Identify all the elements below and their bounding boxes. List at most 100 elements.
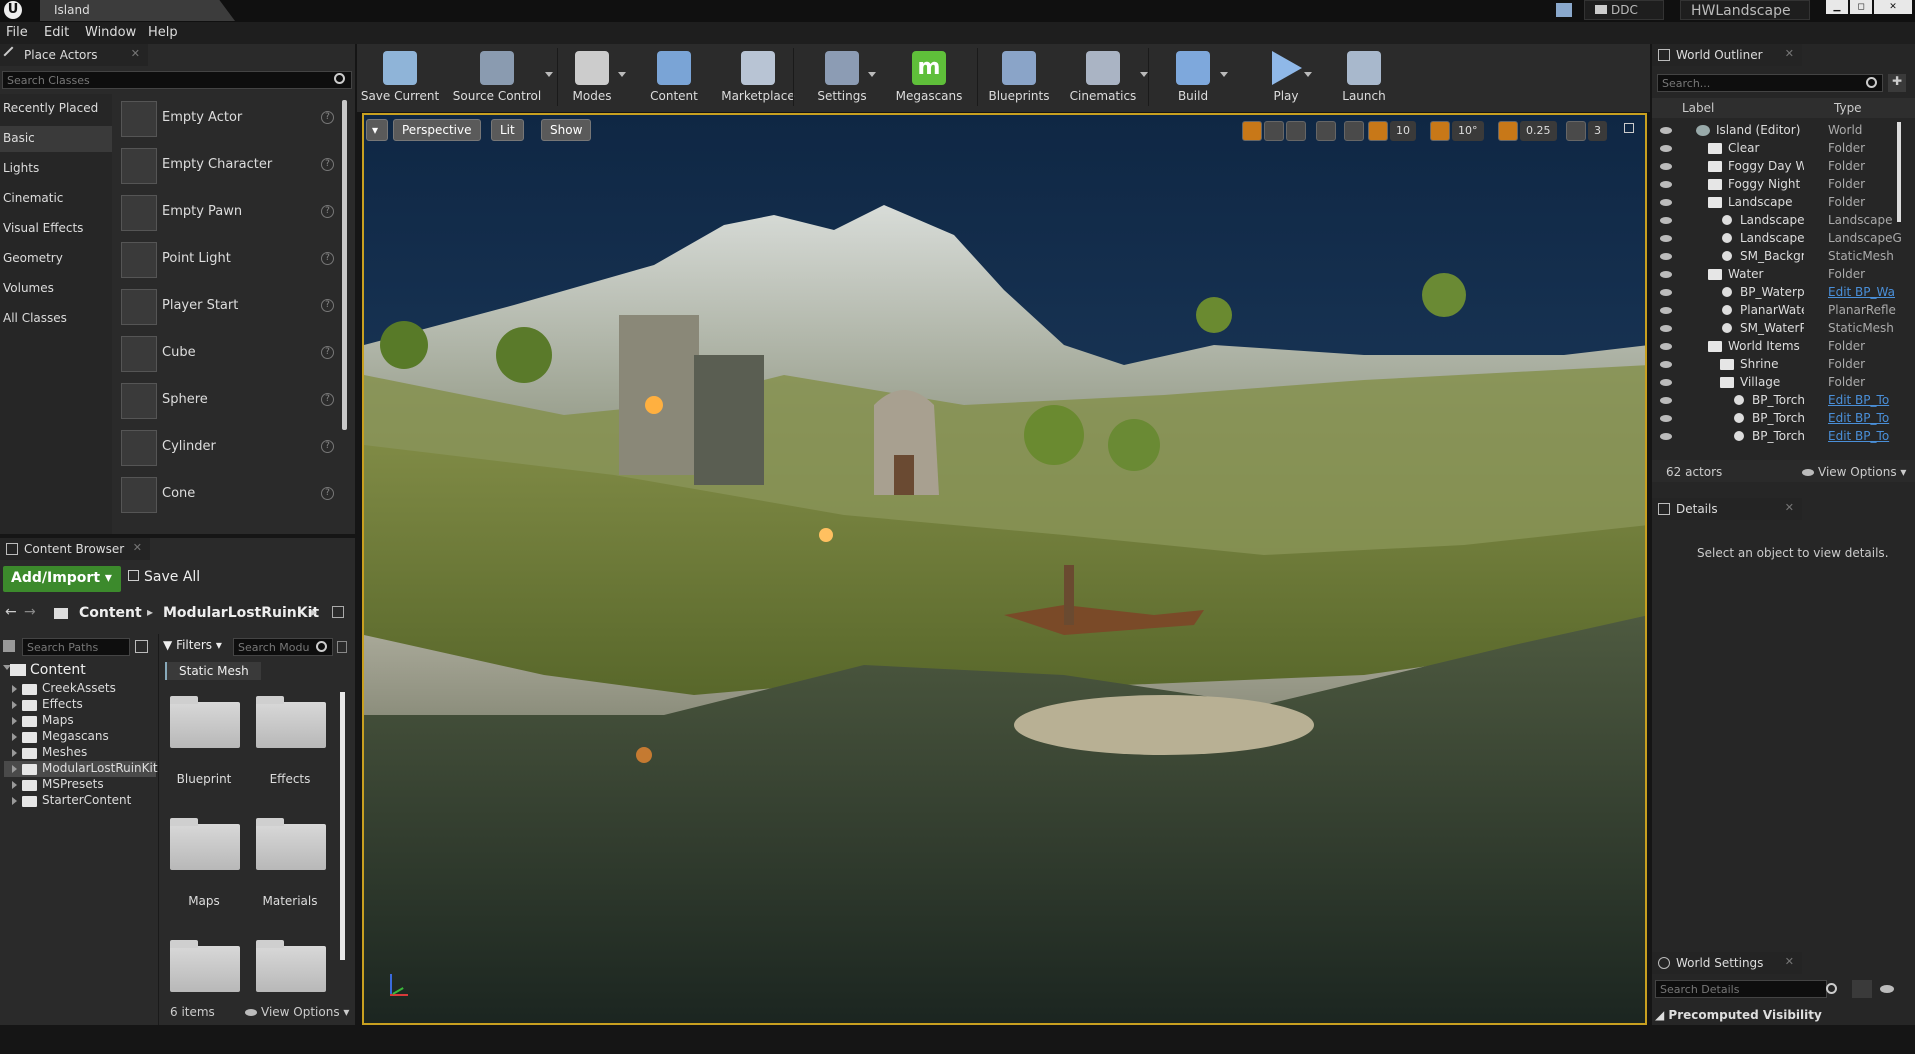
outliner-row[interactable]: BP_Torch3 Edit BP_To: [1656, 428, 1902, 446]
search-classes-input[interactable]: Search Classes: [2, 71, 352, 89]
tree-folder-startercontent[interactable]: StarterContent: [4, 793, 156, 809]
save-search-icon[interactable]: [337, 641, 347, 653]
path-current[interactable]: ModularLostRuinKit: [163, 605, 319, 621]
help-icon[interactable]: ?: [321, 205, 334, 218]
actor-item-sphere[interactable]: Sphere?: [118, 378, 340, 425]
outliner-view-options[interactable]: View Options ▾: [1802, 465, 1906, 479]
category-recently-placed[interactable]: Recently Placed: [0, 96, 112, 122]
close-tab-icon[interactable]: ✕: [131, 47, 140, 60]
show-button[interactable]: Show: [541, 119, 592, 141]
cinematics-button[interactable]: Cinematics: [1060, 46, 1146, 110]
close-tab-icon[interactable]: ✕: [1785, 955, 1794, 968]
lock-icon[interactable]: [332, 606, 344, 618]
actor-item-empty-character[interactable]: Empty Character?: [118, 143, 340, 190]
expand-arrow-icon[interactable]: [12, 765, 17, 773]
rotate-icon[interactable]: [1264, 121, 1284, 141]
level-tab[interactable]: Island: [40, 0, 235, 21]
eye-icon[interactable]: [1660, 235, 1672, 242]
static-mesh-filter-chip[interactable]: Static Mesh: [165, 662, 261, 680]
actor-item-cone[interactable]: Cone?: [118, 472, 340, 519]
lit-button[interactable]: Lit: [491, 119, 524, 141]
eye-icon[interactable]: [1660, 217, 1672, 224]
actor-item-player-start[interactable]: Player Start?: [118, 284, 340, 331]
settings-button[interactable]: Settings: [810, 46, 874, 110]
category-cinematic[interactable]: Cinematic: [0, 186, 112, 212]
expand-arrow-icon[interactable]: [12, 749, 17, 757]
ddc-badge[interactable]: DDC: [1584, 0, 1664, 20]
play-button[interactable]: Play: [1262, 46, 1310, 110]
actor-item-empty-pawn[interactable]: Empty Pawn?: [118, 190, 340, 237]
content-browser-tab[interactable]: Content Browser ✕: [0, 538, 150, 560]
place-actors-scrollbar[interactable]: [342, 100, 347, 430]
search-details-input[interactable]: Search Details: [1655, 980, 1827, 998]
minimize-button[interactable]: ▁: [1826, 0, 1848, 14]
tree-root-row[interactable]: Content: [0, 662, 156, 678]
notification-flag-icon[interactable]: [1556, 3, 1572, 17]
dropdown-arrow-icon[interactable]: [868, 72, 876, 78]
eye-icon[interactable]: [1660, 199, 1672, 206]
close-tab-icon[interactable]: ✕: [1785, 501, 1794, 514]
place-actors-tab[interactable]: Place Actors ✕: [0, 44, 148, 66]
world-local-icon[interactable]: [1316, 121, 1336, 141]
tree-folder-megascans[interactable]: Megascans: [4, 729, 156, 745]
category-lights[interactable]: Lights: [0, 156, 112, 182]
eye-icon[interactable]: [1660, 415, 1672, 422]
eye-icon[interactable]: [1660, 271, 1672, 278]
add-actor-icon[interactable]: ✚: [1888, 74, 1906, 92]
scale-icon[interactable]: [1286, 121, 1306, 141]
eye-icon[interactable]: [1660, 307, 1672, 314]
help-icon[interactable]: ?: [321, 440, 334, 453]
assets-scrollbar[interactable]: [340, 692, 345, 960]
category-all-classes[interactable]: All Classes: [0, 306, 112, 332]
precomputed-visibility-section[interactable]: ◢ Precomputed Visibility: [1655, 1008, 1822, 1022]
help-icon[interactable]: ?: [321, 111, 334, 124]
outliner-row[interactable]: Landscape Landscape: [1656, 212, 1902, 230]
outliner-row-type[interactable]: Edit BP_Wa: [1828, 285, 1902, 299]
tree-folder-modularlostruinkit[interactable]: ModularLostRuinKit: [4, 761, 158, 777]
rotation-snap-value[interactable]: 10°: [1452, 121, 1484, 141]
path-view-options-icon[interactable]: [135, 640, 148, 653]
dropdown-arrow-icon[interactable]: [1220, 72, 1228, 78]
eye-icon[interactable]: [1660, 145, 1672, 152]
grid-snap-icon[interactable]: [1368, 121, 1388, 141]
eye-icon[interactable]: [1660, 379, 1672, 386]
help-icon[interactable]: ?: [321, 252, 334, 265]
dropdown-arrow-icon[interactable]: [1304, 72, 1312, 78]
actor-item-empty-actor[interactable]: Empty Actor?: [118, 96, 340, 143]
actor-item-cube[interactable]: Cube?: [118, 331, 340, 378]
maximize-viewport-icon[interactable]: [1624, 123, 1634, 133]
outliner-row[interactable]: Landscape Folder: [1656, 194, 1902, 212]
outliner-search-input[interactable]: Search...: [1657, 74, 1883, 92]
source-control-button[interactable]: Source Control: [443, 46, 551, 110]
asset-tile[interactable]: Maps: [166, 814, 242, 932]
level-viewport[interactable]: [362, 113, 1647, 1025]
camera-speed-icon[interactable]: [1566, 121, 1586, 141]
eye-icon[interactable]: [1660, 127, 1672, 134]
eye-icon[interactable]: [1660, 343, 1672, 350]
tree-folder-mspresets[interactable]: MSPresets: [4, 777, 156, 793]
build-button[interactable]: Build: [1160, 46, 1226, 110]
help-icon[interactable]: ?: [321, 346, 334, 359]
details-tab[interactable]: Details ✕: [1652, 498, 1802, 520]
eye-icon[interactable]: [1660, 325, 1672, 332]
eye-icon[interactable]: [1660, 163, 1672, 170]
outliner-row[interactable]: Water Folder: [1656, 266, 1902, 284]
outliner-row-type[interactable]: Edit BP_To: [1828, 411, 1902, 425]
category-volumes[interactable]: Volumes: [0, 276, 112, 302]
eye-icon[interactable]: [1660, 181, 1672, 188]
grid-snap-value[interactable]: 10: [1390, 121, 1416, 141]
dropdown-arrow-icon[interactable]: [545, 72, 553, 78]
eye-icon[interactable]: [1660, 397, 1672, 404]
eye-icon[interactable]: [1660, 253, 1672, 260]
path-more-icon[interactable]: ▸: [311, 605, 317, 619]
close-tab-icon[interactable]: ✕: [133, 541, 142, 554]
outliner-row[interactable]: BP_Torch Edit BP_To: [1656, 392, 1902, 410]
blueprints-button[interactable]: Blueprints: [980, 46, 1058, 110]
launch-button[interactable]: Launch: [1328, 46, 1400, 110]
world-outliner-tab[interactable]: World Outliner ✕: [1652, 44, 1802, 66]
rotation-snap-icon[interactable]: [1430, 121, 1450, 141]
modes-button[interactable]: Modes: [560, 46, 624, 110]
outliner-row[interactable]: Island (Editor) World: [1656, 122, 1902, 140]
close-tab-icon[interactable]: ✕: [1785, 47, 1794, 60]
scale-snap-value[interactable]: 0.25: [1520, 121, 1557, 141]
